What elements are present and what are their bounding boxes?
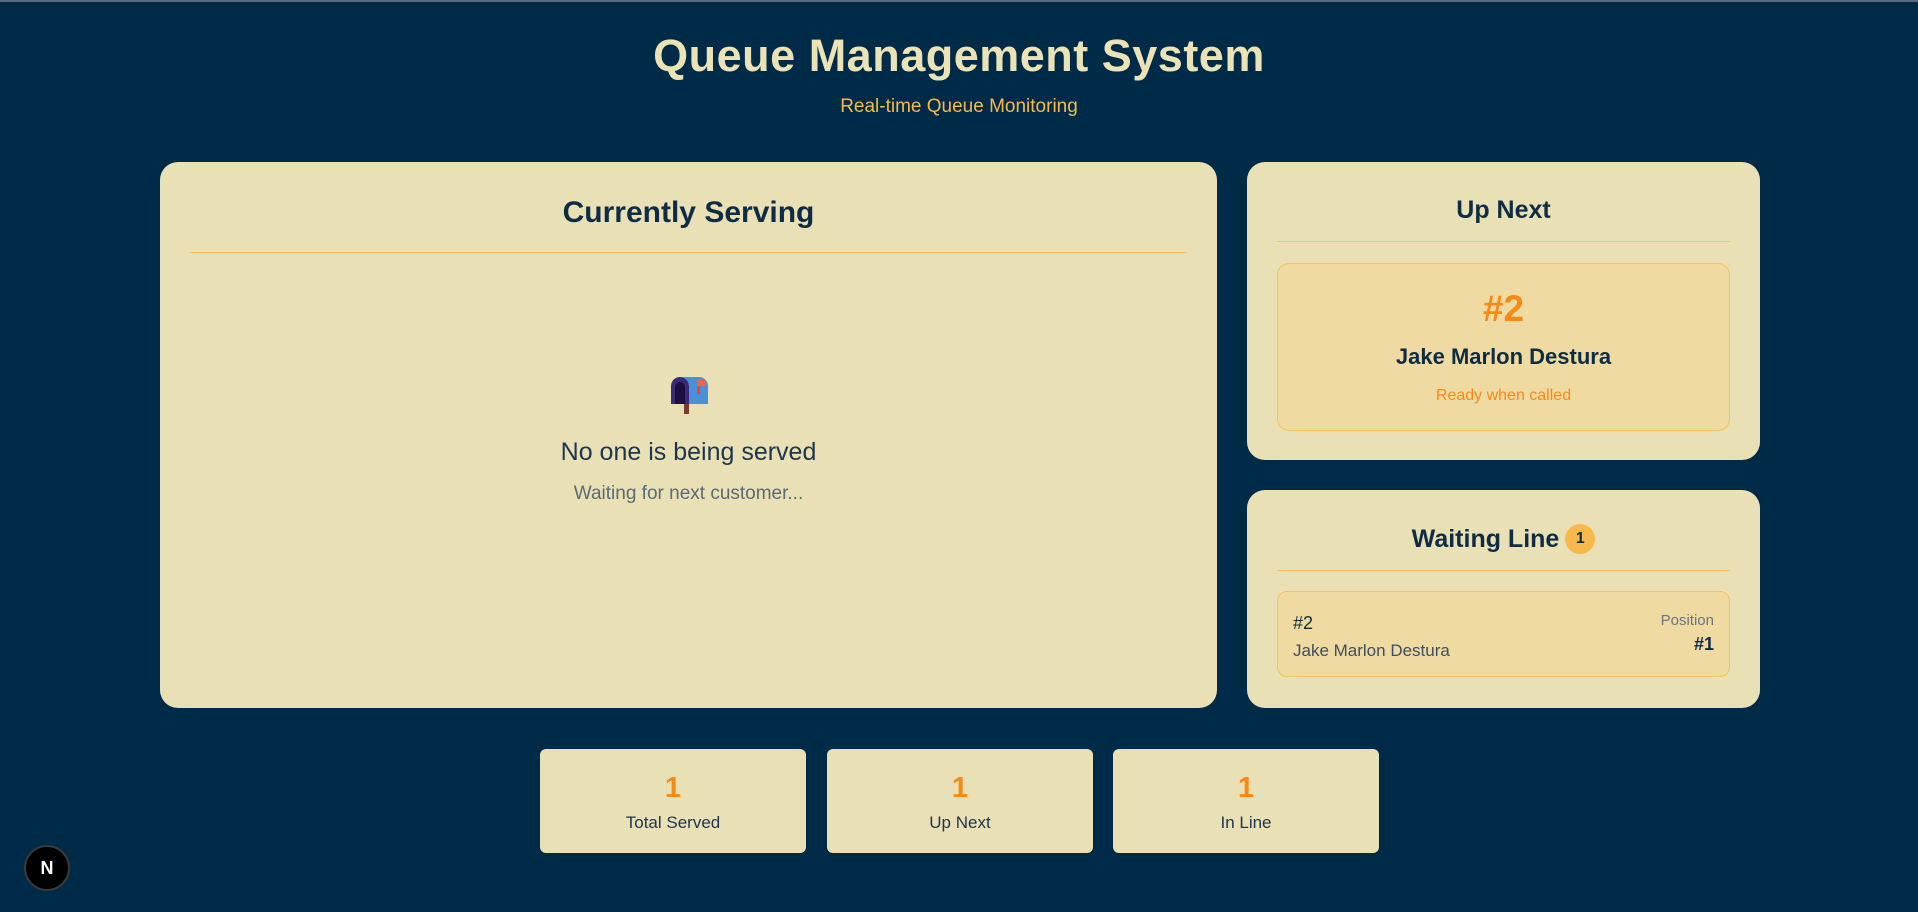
stat-label: In Line	[1220, 813, 1272, 832]
page-subtitle: Real-time Queue Monitoring	[840, 96, 1078, 117]
currently-serving-title: Currently Serving	[562, 196, 815, 229]
up-next-title: Up Next	[1456, 196, 1551, 224]
empty-state-subtitle: Waiting for next customer...	[573, 483, 804, 504]
waiting-line-title: Waiting Line	[1411, 524, 1560, 553]
currently-serving-divider	[190, 252, 1187, 253]
waiting-line-divider	[1277, 570, 1730, 571]
page-header: Queue Management System Real-time Queue …	[0, 30, 1918, 118]
stat-card-total-served: 1 Total Served	[540, 749, 806, 853]
currently-serving-panel: Currently Serving No one is being served…	[160, 162, 1217, 708]
waiting-line-panel: Waiting Line 1 #2 Jake Marlon Destura Pos…	[1247, 490, 1760, 708]
stat-card-in-line: 1 In Line	[1113, 749, 1379, 853]
nextjs-dev-tools-button[interactable]: N	[24, 845, 70, 891]
up-next-ticket-card: #2 Jake Marlon Destura Ready when called	[1277, 263, 1730, 431]
up-next-divider	[1277, 241, 1730, 242]
waiting-count-badge: 1	[1565, 524, 1596, 554]
waiting-ticket-number: #2	[1293, 613, 1314, 633]
waiting-customer-name: Jake Marlon Destura	[1293, 641, 1450, 660]
position-label: Position	[1660, 612, 1714, 629]
window-top-border	[0, 0, 1918, 2]
stat-label: Total Served	[625, 813, 721, 832]
up-next-customer-name: Jake Marlon Destura	[1395, 344, 1612, 369]
empty-state-title: No one is being served	[560, 438, 817, 466]
nextjs-icon: N	[40, 858, 54, 878]
list-item: #2 Jake Marlon Destura Position #1	[1277, 591, 1730, 677]
stat-value: 1	[1237, 772, 1255, 804]
stat-card-up-next: 1 Up Next	[827, 749, 1093, 853]
waiting-line-header: Waiting Line 1	[1247, 524, 1760, 554]
stat-label: Up Next	[929, 813, 991, 832]
page-title: Queue Management System	[653, 30, 1265, 81]
position-value: #1	[1693, 634, 1714, 654]
mailbox-icon	[671, 377, 708, 414]
up-next-ticket-number: #2	[1482, 288, 1525, 329]
stat-value: 1	[664, 772, 682, 804]
up-next-panel: Up Next #2 Jake Marlon Destura Ready whe…	[1247, 162, 1760, 460]
up-next-status: Ready when called	[1435, 387, 1572, 404]
stat-value: 1	[951, 772, 969, 804]
